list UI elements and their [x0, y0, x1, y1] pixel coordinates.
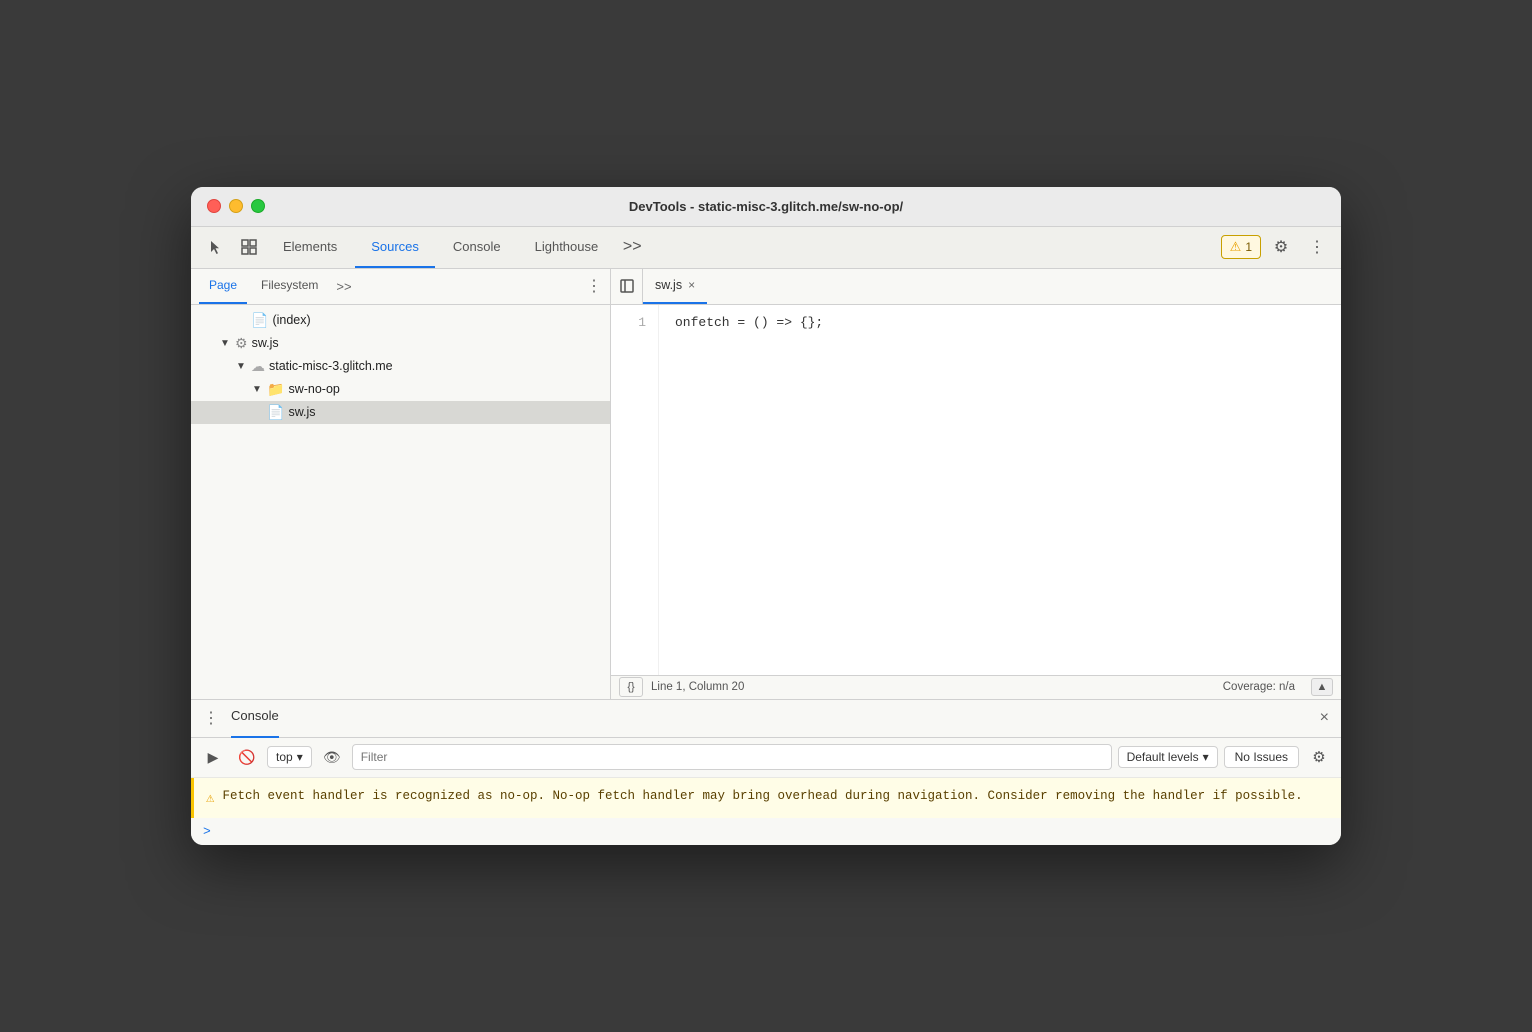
minimize-button[interactable] [229, 199, 243, 213]
tab-lighthouse[interactable]: Lighthouse [519, 226, 615, 268]
tree-arrow-domain: ▼ [235, 361, 247, 372]
format-button[interactable]: {} [619, 677, 643, 697]
console-prompt[interactable]: > [191, 818, 1341, 845]
eye-icon: 👁 [323, 749, 341, 766]
block-icon: 🚫 [238, 749, 255, 766]
tree-item-domain[interactable]: ▼ ☁ static-misc-3.glitch.me [191, 355, 610, 378]
folder-icon: 📁 [267, 381, 284, 398]
tab-elements[interactable]: Elements [267, 226, 353, 268]
console-header: ⋮ Console × [191, 700, 1341, 738]
tree-arrow-swjs: ▼ [219, 338, 231, 349]
main-content: Page Filesystem >> ⋮ 📄 (index) ▼ [191, 269, 1341, 699]
prompt-caret-icon: > [203, 824, 211, 839]
sidebar-toggle-button[interactable] [611, 268, 643, 304]
sidebar-tabs-more[interactable]: >> [332, 279, 355, 294]
levels-arrow-icon: ▾ [1203, 750, 1209, 764]
devtools-window: DevTools - static-misc-3.glitch.me/sw-no… [191, 187, 1341, 845]
console-close-button[interactable]: × [1320, 709, 1329, 727]
scroll-to-top-button[interactable]: ▲ [1311, 678, 1333, 696]
line-numbers: 1 [611, 305, 659, 675]
bottom-panel: ⋮ Console × ▶ 🚫 top ▾ 👁 Default levels ▾ [191, 699, 1341, 845]
console-toolbar: ▶ 🚫 top ▾ 👁 Default levels ▾ No Issues ⚙ [191, 738, 1341, 778]
devtools-toolbar: Elements Sources Console Lighthouse >> ⚠… [191, 227, 1341, 269]
window-title: DevTools - static-misc-3.glitch.me/sw-no… [629, 199, 903, 214]
tree-item-folder[interactable]: ▼ 📁 sw-no-op [191, 378, 610, 401]
sidebar-tabs: Page Filesystem >> ⋮ [191, 269, 610, 305]
warning-badge[interactable]: ⚠ 1 [1221, 235, 1261, 259]
console-filter-input[interactable] [352, 744, 1112, 770]
close-button[interactable] [207, 199, 221, 213]
no-issues-button[interactable]: No Issues [1224, 746, 1299, 768]
console-body: ⚠ Fetch event handler is recognized as n… [191, 778, 1341, 845]
more-tabs-button[interactable]: >> [616, 231, 648, 263]
console-tab-label[interactable]: Console [231, 698, 279, 738]
context-arrow-icon: ▾ [297, 750, 303, 764]
cloud-icon: ☁ [251, 358, 265, 375]
editor-tabs: sw.js × [611, 269, 1341, 305]
traffic-lights [207, 199, 265, 213]
editor-pane: sw.js × 1 onfetch = () => {}; {} Line 1,… [611, 269, 1341, 699]
console-eye-button[interactable]: 👁 [318, 743, 346, 771]
editor-tab-close[interactable]: × [688, 278, 695, 292]
editor-tab-swjs[interactable]: sw.js × [643, 268, 707, 304]
console-settings-button[interactable]: ⚙ [1305, 743, 1333, 771]
sidebar-tab-filesystem[interactable]: Filesystem [251, 268, 328, 304]
file-tree: 📄 (index) ▼ ⚙ sw.js ▼ ☁ static-misc-3.gl… [191, 305, 610, 699]
tree-item-swjs-root[interactable]: ▼ ⚙ sw.js [191, 332, 610, 355]
status-coverage: Coverage: n/a [1223, 681, 1295, 693]
toolbar-right: ⚠ 1 ⚙ ⋮ [1221, 231, 1333, 263]
tree-item-index[interactable]: 📄 (index) [191, 309, 610, 332]
context-selector[interactable]: top ▾ [267, 746, 312, 768]
code-content[interactable]: onfetch = () => {}; [659, 305, 839, 675]
sources-sidebar: Page Filesystem >> ⋮ 📄 (index) ▼ [191, 269, 611, 699]
cursor-icon[interactable] [199, 231, 231, 263]
levels-selector[interactable]: Default levels ▾ [1118, 746, 1218, 768]
sidebar-tab-page[interactable]: Page [199, 268, 247, 304]
console-block-button[interactable]: 🚫 [233, 743, 261, 771]
status-position: Line 1, Column 20 [651, 681, 744, 693]
maximize-button[interactable] [251, 199, 265, 213]
titlebar: DevTools - static-misc-3.glitch.me/sw-no… [191, 187, 1341, 227]
console-play-button[interactable]: ▶ [199, 743, 227, 771]
document-icon: 📄 [251, 312, 268, 329]
gear-icon: ⚙ [235, 335, 248, 352]
warning-triangle-icon: ⚠ [206, 788, 214, 810]
sidebar-tab-menu-icon[interactable]: ⋮ [586, 276, 602, 296]
console-warning-message: ⚠ Fetch event handler is recognized as n… [191, 778, 1341, 818]
tree-arrow-folder: ▼ [251, 384, 263, 395]
tab-sources[interactable]: Sources [355, 226, 435, 268]
tree-item-swjs-file[interactable]: 📄 sw.js [191, 401, 610, 424]
console-menu-icon[interactable]: ⋮ [203, 708, 219, 728]
editor-statusbar: {} Line 1, Column 20 Coverage: n/a ▲ [611, 675, 1341, 699]
editor-body[interactable]: 1 onfetch = () => {}; [611, 305, 1341, 675]
tab-console[interactable]: Console [437, 226, 517, 268]
js-file-icon: 📄 [267, 404, 284, 421]
play-icon: ▶ [208, 749, 219, 766]
inspect-icon[interactable] [233, 231, 265, 263]
more-options-button[interactable]: ⋮ [1301, 231, 1333, 263]
warning-icon: ⚠ [1230, 239, 1242, 255]
settings-button[interactable]: ⚙ [1265, 231, 1297, 263]
